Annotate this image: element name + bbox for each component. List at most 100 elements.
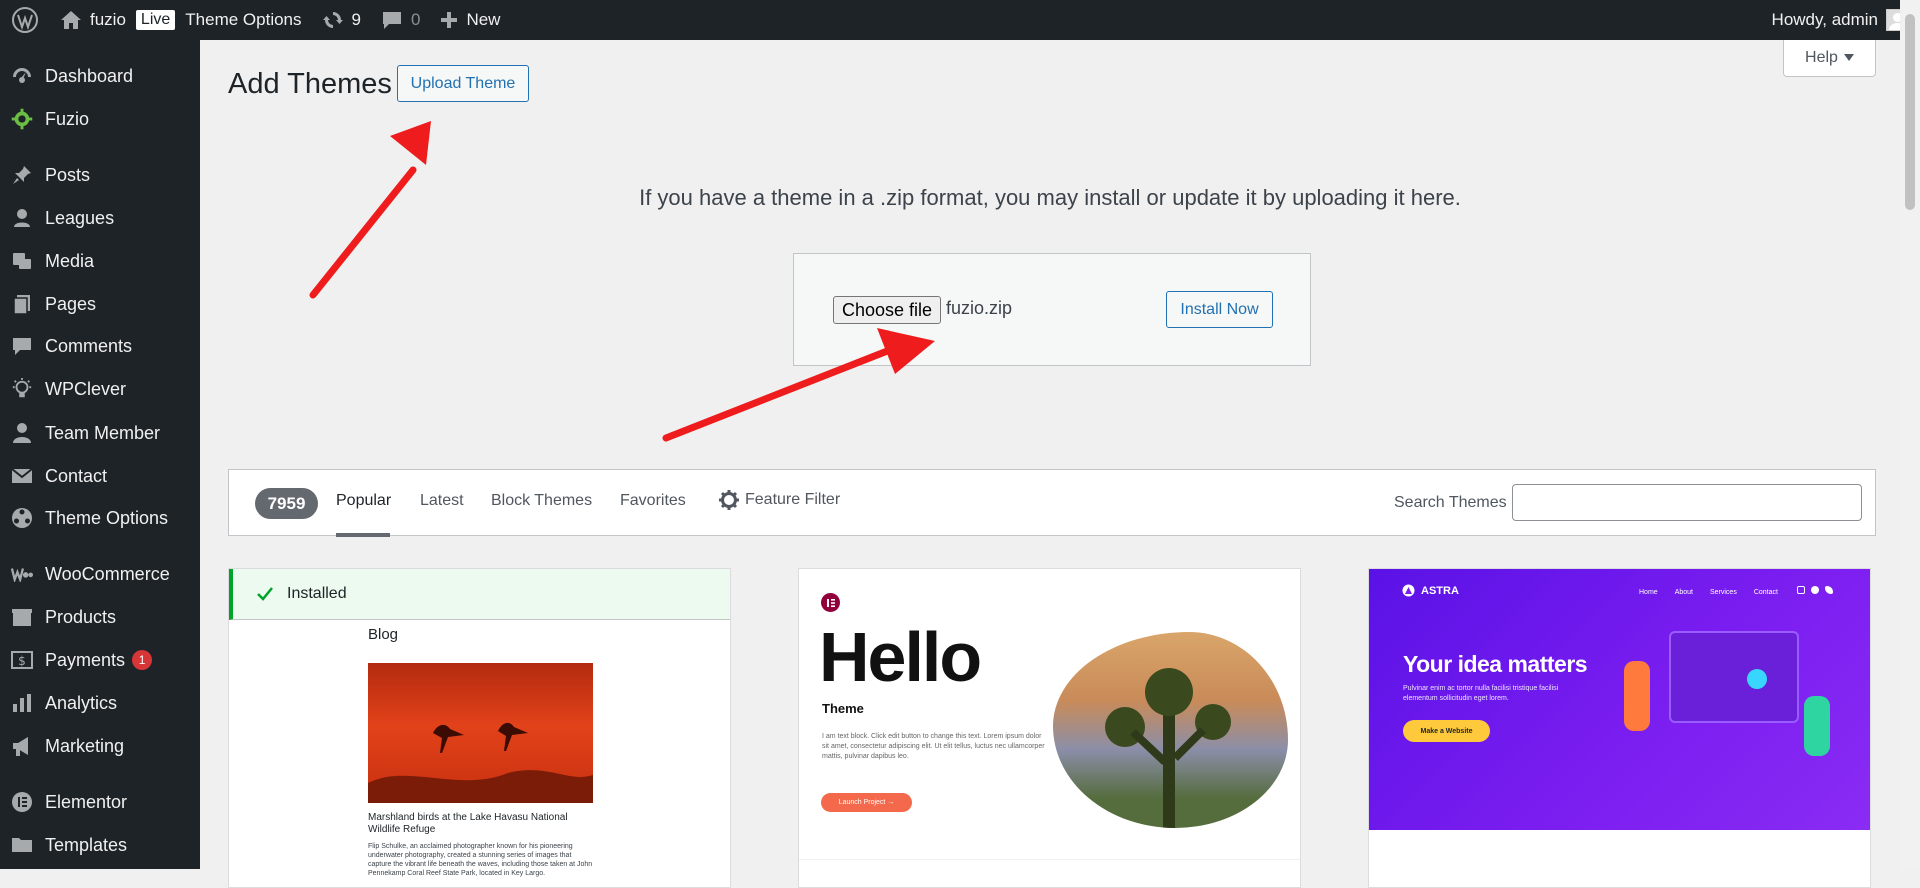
- sidebar-item-label: Marketing: [45, 735, 125, 756]
- tab-favorites[interactable]: Favorites: [620, 492, 686, 510]
- astra-illustration: [1624, 631, 1834, 756]
- gear-icon: [719, 490, 739, 510]
- comments-link[interactable]: 0: [371, 0, 430, 40]
- sidebar-item-label: Fuzio: [45, 108, 90, 129]
- checkmark-icon: [257, 587, 273, 601]
- tab-block-themes[interactable]: Block Themes: [491, 492, 592, 510]
- plus-icon: [441, 12, 458, 28]
- options-icon: [11, 507, 33, 529]
- sidebar-item-label: Contact: [45, 465, 108, 486]
- sidebar-item-payments[interactable]: $ Payments 1: [0, 640, 200, 680]
- sidebar-item-label: Theme Options: [45, 507, 169, 528]
- lightbulb-icon: [11, 378, 33, 400]
- hello-subheading: Theme: [822, 701, 864, 716]
- selected-file-name: fuzio.zip: [946, 298, 1013, 318]
- tab-latest[interactable]: Latest: [420, 492, 464, 510]
- pin-icon: [11, 164, 33, 186]
- caret-down-icon: [1843, 54, 1854, 61]
- astra-nav-item: Contact: [1753, 589, 1778, 596]
- analytics-icon: [11, 692, 33, 714]
- new-content-link[interactable]: New: [430, 0, 510, 40]
- dashboard-icon: [11, 65, 33, 87]
- theme-card-astra[interactable]: ASTRA Home About Services Contact Your i…: [1368, 568, 1871, 888]
- sidebar-item-comments[interactable]: Comments: [0, 326, 200, 366]
- sidebar-item-analytics[interactable]: Analytics: [0, 683, 200, 723]
- astra-social-icons: [1797, 586, 1833, 594]
- sidebar-item-templates[interactable]: Templates: [0, 825, 200, 865]
- payments-badge: 1: [132, 650, 153, 670]
- hello-heading: Hello: [819, 618, 982, 696]
- theme-card-hello[interactable]: Hello Theme I am text block. Click edit …: [798, 568, 1301, 888]
- sidebar-item-marketing[interactable]: Marketing: [0, 726, 200, 766]
- astra-brand: ASTRA: [1402, 584, 1459, 597]
- main-content: Add Themes Upload Theme Help If you have…: [200, 40, 1900, 888]
- sidebar-item-label: Templates: [45, 834, 128, 855]
- sidebar-item-leagues[interactable]: Leagues: [0, 198, 200, 238]
- install-now-button[interactable]: Install Now: [1166, 291, 1273, 328]
- sidebar-item-label: Dashboard: [45, 65, 134, 86]
- elementor-logo-icon: [821, 593, 840, 612]
- elementor-icon: [11, 791, 33, 813]
- sidebar-item-label: Payments: [45, 649, 126, 670]
- new-label: New: [466, 10, 501, 29]
- cactus-image: [1053, 632, 1288, 828]
- wordpress-logo-button[interactable]: [0, 0, 50, 40]
- astra-logo-icon: [1402, 584, 1415, 597]
- screenshot-caption: Marshland birds at the Lake Havasu Natio…: [368, 812, 568, 835]
- payments-icon: $: [11, 649, 33, 671]
- pages-icon: [11, 293, 33, 315]
- fuzio-logo-icon: [11, 108, 33, 130]
- upload-theme-button[interactable]: Upload Theme: [397, 65, 529, 102]
- sidebar-item-label: WPClever: [45, 378, 127, 399]
- twitter-icon: [1825, 586, 1833, 594]
- sidebar-item-wpclever[interactable]: WPClever: [0, 369, 200, 409]
- woocommerce-icon: [11, 563, 33, 585]
- wordpress-icon: [12, 7, 38, 33]
- sidebar-item-label: Team Member: [45, 422, 161, 443]
- active-tab-indicator: [336, 533, 390, 537]
- sidebar-item-team-member[interactable]: Team Member: [0, 413, 200, 453]
- updates-link[interactable]: 9: [312, 0, 371, 40]
- site-name: fuzio: [90, 10, 126, 29]
- theme-card-blog[interactable]: Installed Blog Marshland birds at the La…: [228, 568, 731, 888]
- instagram-icon: [1797, 586, 1805, 594]
- feature-filter-button[interactable]: Feature Filter: [719, 490, 840, 510]
- help-tab[interactable]: Help: [1783, 40, 1876, 77]
- sidebar-item-elementor[interactable]: Elementor: [0, 782, 200, 822]
- theme-screenshot: Blog Marshland birds at the Lake Havasu …: [229, 620, 730, 887]
- sidebar-item-theme-options[interactable]: Theme Options: [0, 498, 200, 538]
- sidebar-item-fuzio[interactable]: Fuzio: [0, 99, 200, 139]
- theme-options-link[interactable]: Live Theme Options: [135, 0, 312, 40]
- birds-silhouette-icon: [368, 722, 593, 803]
- sidebar-item-contact[interactable]: Contact: [0, 456, 200, 496]
- sidebar-item-products[interactable]: Products: [0, 597, 200, 637]
- page-scrollbar[interactable]: [1900, 0, 1920, 869]
- cactus-icon: [1105, 668, 1231, 828]
- astra-nav-item: Services: [1709, 589, 1737, 596]
- live-badge: Live: [135, 10, 176, 30]
- sidebar-item-posts[interactable]: Posts: [0, 155, 200, 195]
- search-themes-input[interactable]: [1512, 484, 1862, 521]
- comment-icon: [11, 335, 33, 357]
- comments-count: 0: [410, 10, 421, 29]
- tab-popular[interactable]: Popular: [336, 492, 391, 510]
- svg-text:$: $: [18, 654, 26, 668]
- choose-file-button[interactable]: Choose file: [833, 296, 941, 324]
- scrollbar-thumb[interactable]: [1905, 14, 1915, 210]
- theme-filter-bar: 7959 Popular Latest Block Themes Favorit…: [228, 469, 1876, 537]
- sidebar-item-woocommerce[interactable]: WooCommerce: [0, 554, 200, 594]
- my-account-link[interactable]: Howdy, admin: [1772, 0, 1908, 40]
- feature-filter-label: Feature Filter: [745, 491, 841, 508]
- sidebar-item-dashboard[interactable]: Dashboard: [0, 56, 200, 96]
- sidebar-item-pages[interactable]: Pages: [0, 284, 200, 324]
- sidebar-item-media[interactable]: Media: [0, 241, 200, 281]
- howdy-label: Howdy, admin: [1771, 10, 1878, 29]
- search-themes-label: Search Themes: [1394, 494, 1507, 511]
- installed-label: Installed: [287, 585, 347, 602]
- site-name-link[interactable]: fuzio: [50, 0, 136, 40]
- user-icon: [11, 422, 33, 444]
- screenshot-heading: Blog: [368, 626, 399, 643]
- help-label: Help: [1805, 49, 1838, 66]
- admin-bar: fuzio Live Theme Options 9 0 New Howdy, …: [0, 0, 1920, 40]
- screenshot-image: [368, 663, 593, 803]
